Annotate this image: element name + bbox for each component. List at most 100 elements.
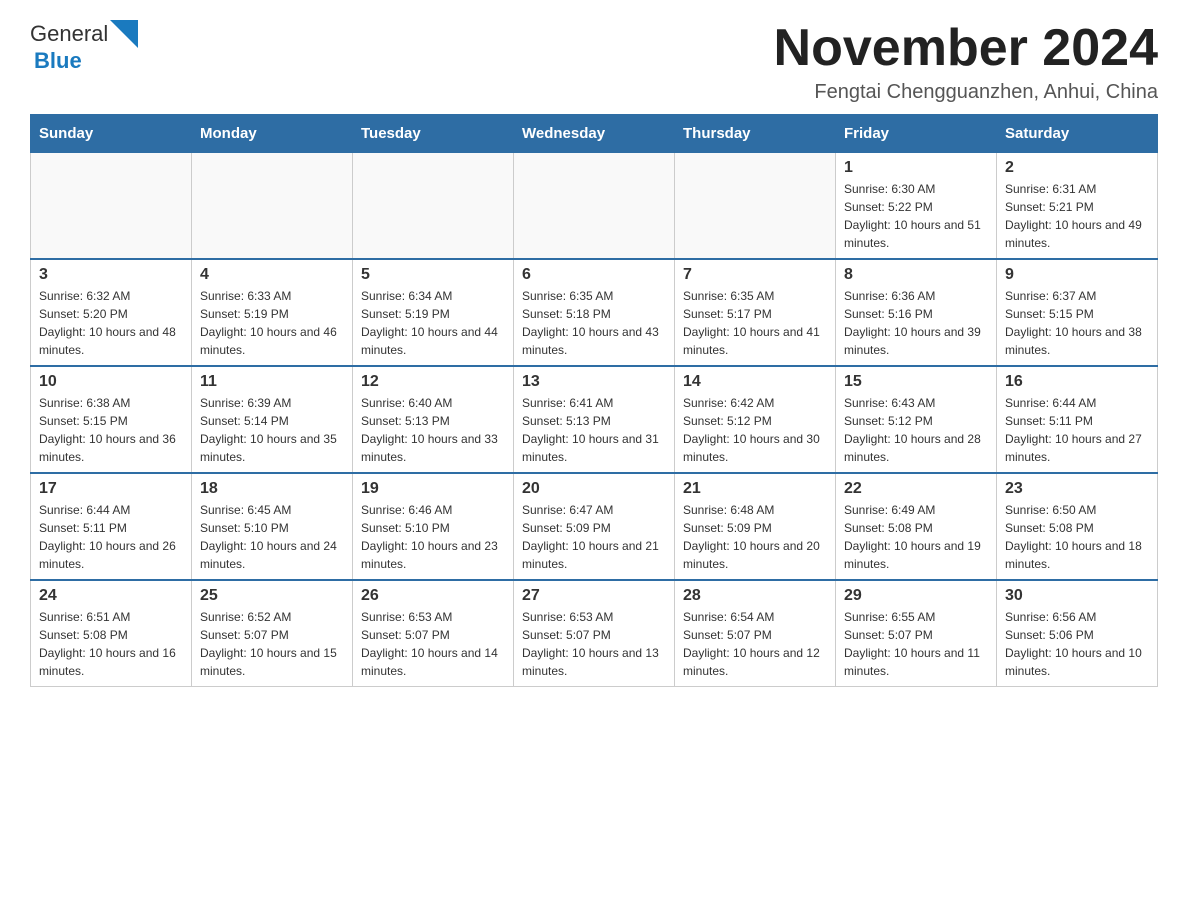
- title-area: November 2024 Fengtai Chengguanzhen, Anh…: [774, 20, 1158, 104]
- calendar-week-row: 17 Sunrise: 6:44 AMSunset: 5:11 PMDayligh…: [31, 473, 1158, 580]
- day-number: 20: [522, 480, 666, 498]
- calendar-cell: 5 Sunrise: 6:34 AMSunset: 5:19 PMDaylight…: [353, 259, 514, 366]
- calendar-cell: 27Sunrise: 6:53 AMSunset: 5:07 PMDayligh…: [514, 580, 675, 687]
- day-number: 16: [1005, 373, 1149, 391]
- day-number: 30: [1005, 587, 1149, 605]
- day-number: 26: [361, 587, 505, 605]
- day-info: Sunrise: 6:38 AMSunset: 5:15 PMDaylight:…: [39, 394, 183, 466]
- day-number: 2: [1005, 159, 1149, 177]
- day-info: Sunrise: 6:45 AMSunset: 5:10 PMDaylight:…: [200, 501, 344, 573]
- calendar-cell: 30Sunrise: 6:56 AMSunset: 5:06 PMDayligh…: [997, 580, 1158, 687]
- weekday-header-friday: Friday: [836, 115, 997, 153]
- weekday-header-monday: Monday: [192, 115, 353, 153]
- calendar-cell: 20 Sunrise: 6:47 AMSunset: 5:09 PMDayligh…: [514, 473, 675, 580]
- day-info: Sunrise: 6:41 AMSunset: 5:13 PMDaylight:…: [522, 394, 666, 466]
- day-number: 7: [683, 266, 827, 284]
- calendar-cell: [675, 153, 836, 260]
- day-info: Sunrise: 6:53 AMSunset: 5:07 PMDaylight:…: [361, 608, 505, 680]
- day-info: Sunrise: 6:31 AMSunset: 5:21 PMDaylight:…: [1005, 180, 1149, 252]
- day-info: Sunrise: 6:47 AMSunset: 5:09 PMDaylight:…: [522, 501, 666, 573]
- weekday-header-row: SundayMondayTuesdayWednesdayThursdayFrid…: [31, 115, 1158, 153]
- day-info: Sunrise: 6:44 AMSunset: 5:11 PMDaylight:…: [39, 501, 183, 573]
- logo-triangle-icon: [110, 20, 138, 48]
- weekday-header-tuesday: Tuesday: [353, 115, 514, 153]
- day-number: 25: [200, 587, 344, 605]
- day-number: 8: [844, 266, 988, 284]
- calendar-cell: 25 Sunrise: 6:52 AMSunset: 5:07 PMDayligh…: [192, 580, 353, 687]
- day-info: Sunrise: 6:32 AMSunset: 5:20 PMDaylight:…: [39, 287, 183, 359]
- weekday-header-saturday: Saturday: [997, 115, 1158, 153]
- calendar-cell: 12 Sunrise: 6:40 AMSunset: 5:13 PMDayligh…: [353, 366, 514, 473]
- calendar-cell: 6 Sunrise: 6:35 AMSunset: 5:18 PMDaylight…: [514, 259, 675, 366]
- day-number: 23: [1005, 480, 1149, 498]
- calendar-cell: 3 Sunrise: 6:32 AMSunset: 5:20 PMDaylight…: [31, 259, 192, 366]
- day-info: Sunrise: 6:34 AMSunset: 5:19 PMDaylight:…: [361, 287, 505, 359]
- day-number: 24: [39, 587, 183, 605]
- calendar-cell: 22Sunrise: 6:49 AMSunset: 5:08 PMDayligh…: [836, 473, 997, 580]
- day-info: Sunrise: 6:35 AMSunset: 5:17 PMDaylight:…: [683, 287, 827, 359]
- day-info: Sunrise: 6:55 AMSunset: 5:07 PMDaylight:…: [844, 608, 988, 680]
- calendar-cell: 4Sunrise: 6:33 AMSunset: 5:19 PMDaylight…: [192, 259, 353, 366]
- calendar-cell: [353, 153, 514, 260]
- calendar-cell: [192, 153, 353, 260]
- calendar-table: SundayMondayTuesdayWednesdayThursdayFrid…: [30, 114, 1158, 687]
- day-number: 13: [522, 373, 666, 391]
- calendar-cell: 10 Sunrise: 6:38 AMSunset: 5:15 PMDayligh…: [31, 366, 192, 473]
- calendar-week-row: 1 Sunrise: 6:30 AMSunset: 5:22 PMDaylight…: [31, 153, 1158, 260]
- day-info: Sunrise: 6:35 AMSunset: 5:18 PMDaylight:…: [522, 287, 666, 359]
- day-number: 19: [361, 480, 505, 498]
- day-info: Sunrise: 6:30 AMSunset: 5:22 PMDaylight:…: [844, 180, 988, 252]
- day-number: 14: [683, 373, 827, 391]
- calendar-cell: 28Sunrise: 6:54 AMSunset: 5:07 PMDayligh…: [675, 580, 836, 687]
- day-number: 9: [1005, 266, 1149, 284]
- day-info: Sunrise: 6:39 AMSunset: 5:14 PMDaylight:…: [200, 394, 344, 466]
- calendar-cell: 7 Sunrise: 6:35 AMSunset: 5:17 PMDaylight…: [675, 259, 836, 366]
- calendar-week-row: 3 Sunrise: 6:32 AMSunset: 5:20 PMDaylight…: [31, 259, 1158, 366]
- day-number: 3: [39, 266, 183, 284]
- day-number: 17: [39, 480, 183, 498]
- day-info: Sunrise: 6:52 AMSunset: 5:07 PMDaylight:…: [200, 608, 344, 680]
- month-title: November 2024: [774, 20, 1158, 77]
- weekday-header-thursday: Thursday: [675, 115, 836, 153]
- day-info: Sunrise: 6:40 AMSunset: 5:13 PMDaylight:…: [361, 394, 505, 466]
- day-number: 1: [844, 159, 988, 177]
- calendar-cell: [514, 153, 675, 260]
- weekday-header-sunday: Sunday: [31, 115, 192, 153]
- day-info: Sunrise: 6:46 AMSunset: 5:10 PMDaylight:…: [361, 501, 505, 573]
- day-info: Sunrise: 6:33 AMSunset: 5:19 PMDaylight:…: [200, 287, 344, 359]
- day-info: Sunrise: 6:48 AMSunset: 5:09 PMDaylight:…: [683, 501, 827, 573]
- logo: General Blue: [30, 20, 138, 74]
- calendar-cell: 24Sunrise: 6:51 AMSunset: 5:08 PMDayligh…: [31, 580, 192, 687]
- day-number: 6: [522, 266, 666, 284]
- day-number: 21: [683, 480, 827, 498]
- calendar-cell: 2 Sunrise: 6:31 AMSunset: 5:21 PMDaylight…: [997, 153, 1158, 260]
- calendar-cell: 21 Sunrise: 6:48 AMSunset: 5:09 PMDayligh…: [675, 473, 836, 580]
- logo-general-text: General: [30, 21, 108, 47]
- header: General Blue November 2024 Fengtai Cheng…: [30, 20, 1158, 104]
- day-number: 29: [844, 587, 988, 605]
- day-number: 10: [39, 373, 183, 391]
- calendar-cell: 13 Sunrise: 6:41 AMSunset: 5:13 PMDayligh…: [514, 366, 675, 473]
- day-info: Sunrise: 6:44 AMSunset: 5:11 PMDaylight:…: [1005, 394, 1149, 466]
- calendar-cell: 8 Sunrise: 6:36 AMSunset: 5:16 PMDaylight…: [836, 259, 997, 366]
- day-number: 12: [361, 373, 505, 391]
- calendar-cell: 18Sunrise: 6:45 AMSunset: 5:10 PMDayligh…: [192, 473, 353, 580]
- calendar-cell: 29 Sunrise: 6:55 AMSunset: 5:07 PMDayligh…: [836, 580, 997, 687]
- logo-blue-text: Blue: [34, 48, 82, 74]
- day-info: Sunrise: 6:36 AMSunset: 5:16 PMDaylight:…: [844, 287, 988, 359]
- calendar-cell: 19 Sunrise: 6:46 AMSunset: 5:10 PMDayligh…: [353, 473, 514, 580]
- day-number: 15: [844, 373, 988, 391]
- day-number: 27: [522, 587, 666, 605]
- calendar-cell: 14 Sunrise: 6:42 AMSunset: 5:12 PMDayligh…: [675, 366, 836, 473]
- calendar-week-row: 10 Sunrise: 6:38 AMSunset: 5:15 PMDayligh…: [31, 366, 1158, 473]
- calendar-week-row: 24Sunrise: 6:51 AMSunset: 5:08 PMDayligh…: [31, 580, 1158, 687]
- day-number: 22: [844, 480, 988, 498]
- day-number: 5: [361, 266, 505, 284]
- calendar-cell: 9Sunrise: 6:37 AMSunset: 5:15 PMDaylight…: [997, 259, 1158, 366]
- calendar-cell: 16 Sunrise: 6:44 AMSunset: 5:11 PMDayligh…: [997, 366, 1158, 473]
- calendar-cell: 26 Sunrise: 6:53 AMSunset: 5:07 PMDayligh…: [353, 580, 514, 687]
- day-info: Sunrise: 6:54 AMSunset: 5:07 PMDaylight:…: [683, 608, 827, 680]
- day-info: Sunrise: 6:50 AMSunset: 5:08 PMDaylight:…: [1005, 501, 1149, 573]
- calendar-cell: 1 Sunrise: 6:30 AMSunset: 5:22 PMDaylight…: [836, 153, 997, 260]
- day-info: Sunrise: 6:42 AMSunset: 5:12 PMDaylight:…: [683, 394, 827, 466]
